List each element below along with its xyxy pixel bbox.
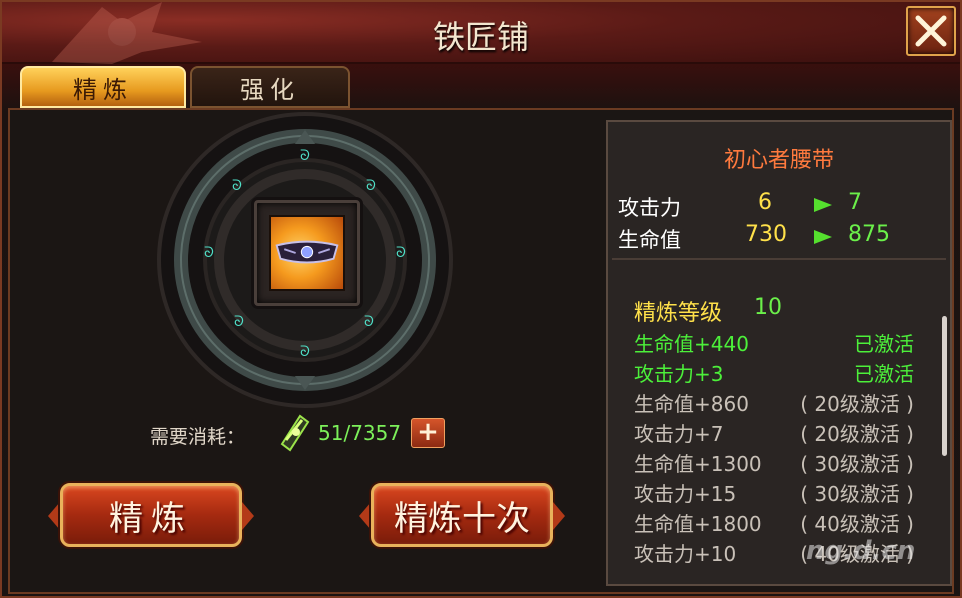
attribute-name: 攻击力+7	[634, 422, 724, 446]
add-material-button[interactable]: +	[411, 418, 445, 448]
refine-level-value: 10	[754, 295, 782, 320]
list-item: 生命值+440 已激活	[634, 328, 924, 356]
window-title: 铁匠铺	[432, 18, 529, 56]
svg-text:ᘐ: ᘐ	[204, 245, 214, 261]
item-slot[interactable]	[254, 200, 360, 306]
list-item: 攻击力+3 已激活	[634, 358, 924, 386]
svg-text:ᘐ: ᘐ	[300, 344, 310, 360]
stat-name: 生命值	[618, 228, 681, 252]
belt-item-icon	[269, 215, 345, 291]
tab-enhance[interactable]: 强化	[190, 66, 350, 108]
attribute-status: ( 40级激活 )	[800, 512, 914, 536]
svg-text:ᘐ: ᘐ	[396, 245, 406, 261]
attribute-name: 生命值+1800	[634, 512, 762, 536]
increase-arrow-icon	[814, 230, 832, 244]
attribute-status: ( 30级激活 )	[800, 482, 914, 506]
attribute-name: 攻击力+10	[634, 542, 737, 566]
attribute-status: 已激活	[854, 332, 914, 356]
stat-old-value: 6	[758, 190, 772, 215]
stat-name: 攻击力	[618, 196, 681, 220]
refine-level-label: 精炼等级	[634, 301, 723, 326]
attribute-name: 攻击力+3	[634, 362, 724, 386]
stat-new-value: 7	[848, 190, 862, 215]
watermark: ng.d.cn	[806, 536, 916, 566]
list-item: 生命值+860 ( 20级激活 )	[634, 388, 924, 416]
stat-row: 攻击力	[618, 192, 681, 222]
svg-text:ᘐ: ᘐ	[234, 314, 244, 330]
stat-old-value: 730	[745, 222, 787, 247]
list-item: 攻击力+7 ( 20级激活 )	[634, 418, 924, 446]
attribute-status: ( 30级激活 )	[800, 452, 914, 476]
list-item: 攻击力+15 ( 30级激活 )	[634, 478, 924, 506]
refine-stone-icon	[280, 414, 310, 452]
attribute-name: 生命值+440	[634, 332, 749, 356]
attribute-name: 生命值+1300	[634, 452, 762, 476]
svg-text:ᘐ: ᘐ	[364, 314, 374, 330]
attribute-status: ( 20级激活 )	[800, 422, 914, 446]
refine-ten-button[interactable]: 精炼十次	[371, 483, 553, 547]
increase-arrow-icon	[814, 198, 832, 212]
arrow-right-icon	[553, 502, 565, 530]
svg-text:ᘐ: ᘐ	[232, 178, 242, 194]
attribute-status: 已激活	[854, 362, 914, 386]
attribute-status: ( 20级激活 )	[800, 392, 914, 416]
refine-button[interactable]: 精炼	[60, 483, 242, 547]
close-button[interactable]	[906, 6, 956, 56]
tab-refine[interactable]: 精炼	[20, 66, 186, 108]
item-name: 初心者腰带	[723, 148, 834, 173]
arrow-left-icon	[359, 502, 371, 530]
divider	[612, 258, 946, 260]
scrollbar[interactable]	[942, 316, 947, 456]
title-bar: 铁匠铺	[2, 2, 960, 64]
list-item: 生命值+1800 ( 40级激活 )	[634, 508, 924, 536]
stat-new-value: 875	[848, 222, 890, 247]
stat-row: 生命值	[618, 224, 681, 254]
svg-text:ᘐ: ᘐ	[300, 148, 310, 164]
list-item: 生命值+1300 ( 30级激活 )	[634, 448, 924, 476]
attribute-name: 生命值+860	[634, 392, 749, 416]
attribute-name: 攻击力+15	[634, 482, 737, 506]
cost-value: 51/7357	[318, 421, 402, 445]
svg-text:ᘐ: ᘐ	[366, 178, 376, 194]
arrow-left-icon	[48, 502, 60, 530]
arrow-right-icon	[242, 502, 254, 530]
close-icon	[915, 15, 947, 47]
cost-label: 需要消耗：	[150, 426, 246, 448]
